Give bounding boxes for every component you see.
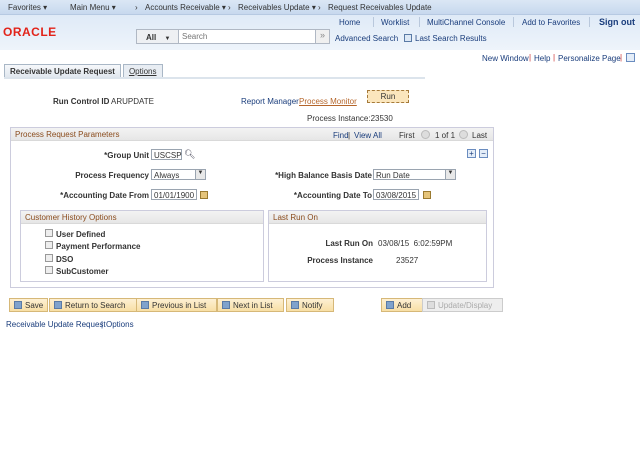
- last-search-icon: [404, 34, 412, 42]
- run-button[interactable]: Run: [367, 90, 409, 103]
- params-title: Process Request Parameters: [15, 130, 120, 139]
- row-count: 1 of 1: [435, 131, 456, 140]
- process-monitor-link[interactable]: Process Monitor: [299, 97, 357, 106]
- lookup-icon[interactable]: 🔍︎: [184, 149, 195, 160]
- process-instance-text: Process Instance:23530: [307, 114, 393, 123]
- breadcrumb-request-receivables-update[interactable]: Request Receivables Update: [328, 3, 432, 12]
- add-button[interactable]: Add: [381, 298, 424, 312]
- add-row-icon[interactable]: +: [467, 149, 476, 158]
- footer-link-receivable-update-request[interactable]: Receivable Update Request: [6, 320, 106, 329]
- search-input[interactable]: [179, 30, 315, 43]
- previous-row-icon[interactable]: [421, 130, 430, 139]
- layout-icon[interactable]: [626, 53, 635, 62]
- group-unit-input[interactable]: USCSP: [151, 149, 182, 160]
- search-go-button[interactable]: »: [315, 30, 329, 43]
- oracle-logo: ORACLE: [3, 25, 57, 39]
- payment-performance-checkbox[interactable]: [45, 241, 53, 249]
- chevron-down-icon: ▼: [445, 170, 455, 179]
- last-run-on-label: Last Run On: [325, 239, 373, 248]
- find-link[interactable]: Find: [333, 131, 349, 140]
- dso-checkbox[interactable]: [45, 254, 53, 262]
- payment-performance-label: Payment Performance: [56, 242, 141, 251]
- previous-icon: [141, 301, 149, 309]
- search-scope-select[interactable]: All ▼: [137, 30, 179, 43]
- tab-receivable-update-request[interactable]: Receivable Update Request: [4, 64, 121, 78]
- calendar-icon[interactable]: [200, 191, 208, 199]
- process-frequency-select[interactable]: Always ▼: [151, 169, 206, 180]
- process-instance-label: Process Instance: [307, 256, 373, 265]
- add-icon: [386, 301, 394, 309]
- add-to-favorites-link[interactable]: Add to Favorites: [522, 18, 580, 27]
- process-instance-value: 23527: [396, 256, 419, 265]
- user-defined-label: User Defined: [56, 230, 106, 239]
- last-run-on-value: 03/08/15 6:02:59PM: [378, 239, 453, 248]
- accounting-date-from-label: *Accounting Date From: [60, 191, 149, 200]
- save-button[interactable]: Save: [9, 298, 49, 312]
- breadcrumb-receivables-update[interactable]: Receivables Update ▾: [238, 3, 316, 12]
- multichannel-console-link[interactable]: MultiChannel Console: [427, 18, 505, 27]
- view-all-link[interactable]: View All: [354, 131, 382, 140]
- sign-out-link[interactable]: Sign out: [599, 17, 635, 27]
- main-menu[interactable]: Main Menu ▾: [70, 3, 116, 12]
- report-manager-link[interactable]: Report Manager: [241, 97, 299, 106]
- breadcrumb-accounts-receivable[interactable]: Accounts Receivable ▾: [145, 3, 226, 12]
- search-bar: All ▼ »: [136, 29, 330, 44]
- notify-button[interactable]: Notify: [286, 298, 335, 312]
- dso-label: DSO: [56, 255, 74, 264]
- next-row-icon[interactable]: [459, 130, 468, 139]
- footer-link-options[interactable]: Options: [106, 320, 134, 329]
- customer-history-title: Customer History Options: [25, 213, 117, 222]
- subcustomer-checkbox[interactable]: [45, 266, 53, 274]
- worklist-link[interactable]: Worklist: [381, 18, 409, 27]
- update-icon: [427, 301, 435, 309]
- run-control-value: ARUPDATE: [111, 97, 154, 106]
- delete-row-icon[interactable]: −: [479, 149, 488, 158]
- chevron-down-icon: ▼: [195, 170, 205, 179]
- next-in-list-button[interactable]: Next in List: [217, 298, 284, 312]
- top-nav-bar: Favorites ▾ Main Menu ▾ › Accounts Recei…: [0, 0, 640, 15]
- home-link[interactable]: Home: [339, 18, 360, 27]
- high-balance-basis-date-select[interactable]: Run Date ▼: [373, 169, 456, 180]
- favorites-menu[interactable]: Favorites ▾: [8, 3, 47, 12]
- accounting-date-from-input[interactable]: 01/01/1900: [151, 189, 197, 200]
- save-icon: [14, 301, 22, 309]
- notify-icon: [291, 301, 299, 309]
- last-run-title: Last Run On: [273, 213, 318, 222]
- advanced-search-link[interactable]: Advanced Search: [335, 34, 398, 43]
- page-tabs: Receivable Update Request Options: [4, 64, 165, 78]
- first-label: First: [399, 131, 415, 140]
- return-icon: [54, 301, 62, 309]
- subcustomer-label: SubCustomer: [56, 267, 109, 276]
- calendar-icon[interactable]: [423, 191, 431, 199]
- high-balance-basis-date-label: *High Balance Basis Date: [275, 171, 372, 180]
- personalize-page-link[interactable]: Personalize Page: [558, 54, 621, 63]
- user-defined-checkbox[interactable]: [45, 229, 53, 237]
- run-control-label: Run Control ID: [53, 97, 110, 106]
- accounting-date-to-label: *Accounting Date To: [293, 191, 372, 200]
- process-frequency-label: Process Frequency: [75, 171, 149, 180]
- new-window-link[interactable]: New Window: [482, 54, 529, 63]
- last-label: Last: [472, 131, 488, 140]
- previous-in-list-button[interactable]: Previous in List: [136, 298, 218, 312]
- tab-options[interactable]: Options: [122, 64, 163, 78]
- next-icon: [222, 301, 230, 309]
- help-link[interactable]: Help: [534, 54, 550, 63]
- return-to-search-button[interactable]: Return to Search: [49, 298, 142, 312]
- last-search-results-link[interactable]: Last Search Results: [415, 34, 487, 43]
- accounting-date-to-input[interactable]: 03/08/2015: [373, 189, 419, 200]
- group-unit-label: *Group Unit: [104, 151, 149, 160]
- update-display-button: Update/Display: [422, 298, 503, 312]
